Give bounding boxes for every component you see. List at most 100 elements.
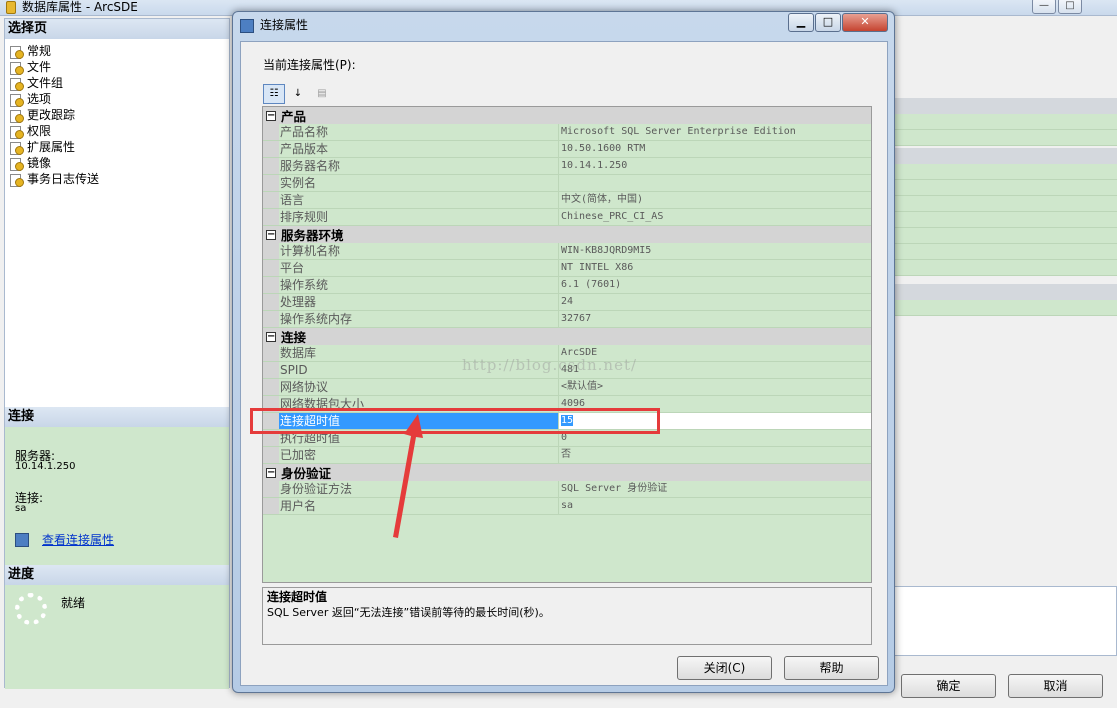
help-button[interactable]: 帮助 <box>784 656 879 680</box>
page-icon <box>9 61 24 75</box>
property-row[interactable]: 网络协议 <默认值> <box>263 379 871 396</box>
nav-item-options[interactable]: 选项 <box>9 91 99 107</box>
property-name: 执行超时值 <box>279 430 559 446</box>
property-row[interactable]: 操作系统内存 32767 <box>263 311 871 328</box>
nav-item-general[interactable]: 常规 <box>9 43 99 59</box>
dialog-body: 当前连接属性(P): ☷ ↓ ▤ − 产品 产品名称 Microsoft SQL Se… <box>240 41 888 686</box>
property-value-text: 32767 <box>561 313 592 324</box>
nav-item-change-tracking[interactable]: 更改跟踪 <box>9 107 99 123</box>
collapse-icon[interactable]: − <box>266 110 276 121</box>
nav-item-files[interactable]: 文件 <box>9 59 99 75</box>
row-gutter <box>263 277 279 293</box>
collapse-icon[interactable]: − <box>266 467 276 478</box>
property-value: 32767 <box>559 311 871 327</box>
row-gutter <box>263 447 279 463</box>
category-row[interactable]: − 产品 <box>263 107 871 124</box>
property-value: 24 <box>559 294 871 310</box>
page-icon <box>9 45 24 59</box>
property-value: 否 <box>559 447 871 463</box>
page-nav-list: 常规 文件 文件组 选项 更改跟踪 权限 扩展属性 镜像 事务日志传送 <box>9 43 99 187</box>
property-row[interactable]: 语言 中文(简体，中国) <box>263 192 871 209</box>
dialog-maximize-button[interactable]: □ <box>815 13 841 32</box>
category-row[interactable]: − 服务器环境 <box>263 226 871 243</box>
property-value: <默认值> <box>559 379 871 395</box>
category-name: 连接 <box>281 330 307 345</box>
page-icon <box>9 141 24 155</box>
property-row[interactable]: SPID 481 <box>263 362 871 379</box>
bg-green-row <box>894 300 1117 316</box>
property-row[interactable]: 连接超时值 15 <box>263 413 871 430</box>
bg-gray-row <box>894 148 1117 164</box>
dialog-close-button[interactable]: ✕ <box>842 13 888 32</box>
grid-toolbar: ☷ ↓ ▤ <box>263 84 333 104</box>
connection-properties-icon <box>15 532 29 547</box>
property-row[interactable]: 产品名称 Microsoft SQL Server Enterprise Edit… <box>263 124 871 141</box>
row-gutter <box>263 413 279 429</box>
progress-status: 就绪 <box>61 596 86 610</box>
property-row[interactable]: 处理器 24 <box>263 294 871 311</box>
property-value: 4096 <box>559 396 871 412</box>
property-pages-icon[interactable]: ▤ <box>311 84 333 104</box>
close-button[interactable]: 关闭(C) <box>677 656 772 680</box>
cancel-button[interactable]: 取消 <box>1008 674 1103 698</box>
alphabetical-sort-icon[interactable]: ↓ <box>287 84 309 104</box>
property-row[interactable]: 网络数据包大小 4096 <box>263 396 871 413</box>
maximize-button[interactable]: □ <box>1058 0 1082 14</box>
property-row[interactable]: 产品版本 10.50.1600 RTM <box>263 141 871 158</box>
property-name: SPID <box>279 362 559 378</box>
nav-item-extended-props[interactable]: 扩展属性 <box>9 139 99 155</box>
view-conn-props-link[interactable]: 查看连接属性 <box>42 531 114 548</box>
property-name: 网络协议 <box>279 379 559 395</box>
category-name: 产品 <box>281 109 307 124</box>
nav-item-filegroups[interactable]: 文件组 <box>9 75 99 91</box>
property-row[interactable]: 平台 NT INTEL X86 <box>263 260 871 277</box>
dialog-minimize-button[interactable]: ▁ <box>788 13 814 32</box>
collapse-icon[interactable]: − <box>266 229 276 240</box>
property-value: 中文(简体，中国) <box>559 192 871 208</box>
property-name: 产品版本 <box>279 141 559 157</box>
property-value: WIN-KB8JQRD9MI5 <box>559 243 871 259</box>
property-name: 语言 <box>279 192 559 208</box>
categorized-view-icon[interactable]: ☷ <box>263 84 285 104</box>
category-row[interactable]: − 身份验证 <box>263 464 871 481</box>
property-value: 481 <box>559 362 871 378</box>
property-row[interactable]: 用户名 sa <box>263 498 871 515</box>
page-icon <box>9 109 24 123</box>
ok-button[interactable]: 确定 <box>901 674 996 698</box>
property-value-text: 10.50.1600 RTM <box>561 143 646 154</box>
row-gutter <box>263 124 279 140</box>
property-value: Chinese_PRC_CI_AS <box>559 209 871 225</box>
bg-green-row <box>894 228 1117 244</box>
property-row[interactable]: 操作系统 6.1 (7601) <box>263 277 871 294</box>
nav-item-permissions[interactable]: 权限 <box>9 123 99 139</box>
category-row[interactable]: − 连接 <box>263 328 871 345</box>
property-row[interactable]: 身份验证方法 SQL Server 身份验证 <box>263 481 871 498</box>
minimize-button[interactable]: — <box>1032 0 1056 14</box>
nav-item-mirroring[interactable]: 镜像 <box>9 155 99 171</box>
property-row[interactable]: 计算机名称 WIN-KB8JQRD9MI5 <box>263 243 871 260</box>
connection-properties-icon <box>240 19 254 33</box>
property-name: 操作系统 <box>279 277 559 293</box>
property-name: 网络数据包大小 <box>279 396 559 412</box>
nav-item-log-shipping[interactable]: 事务日志传送 <box>9 171 99 187</box>
property-row[interactable]: 服务器名称 10.14.1.250 <box>263 158 871 175</box>
bg-right-panel <box>894 18 1117 668</box>
description-title: 连接超时值 <box>267 590 328 604</box>
row-gutter <box>263 158 279 174</box>
property-row[interactable]: 执行超时值 0 <box>263 430 871 447</box>
property-row[interactable]: 排序规则 Chinese_PRC_CI_AS <box>263 209 871 226</box>
property-value-text: 4096 <box>561 398 586 409</box>
property-row[interactable]: 已加密否 <box>263 447 871 464</box>
property-row[interactable]: 实例名 <box>263 175 871 192</box>
view-connection-properties[interactable]: 查看连接属性 <box>15 531 114 548</box>
property-row[interactable]: 数据库 ArcSDE <box>263 345 871 362</box>
row-gutter <box>263 311 279 327</box>
left-panel: 选择页 常规 文件 文件组 选项 更改跟踪 权限 扩展属性 镜像 事务日志传送 … <box>4 18 230 689</box>
property-name: 平台 <box>279 260 559 276</box>
bg-gray-row <box>894 98 1117 114</box>
bg-green-row <box>894 130 1117 146</box>
property-value: ArcSDE <box>559 345 871 361</box>
collapse-icon[interactable]: − <box>266 331 276 342</box>
property-value-text: 6.1 (7601) <box>561 279 622 290</box>
bg-green-row <box>894 260 1117 276</box>
